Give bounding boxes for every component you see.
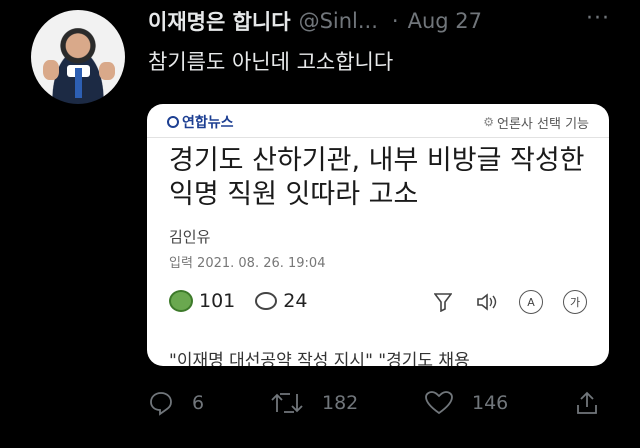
reply-button[interactable]: 6 <box>148 390 204 416</box>
like-button[interactable]: 146 <box>424 390 508 416</box>
card-header: 연합뉴스 ⚙ 언론사 선택 기능 <box>167 112 589 132</box>
tweet-date[interactable]: Aug 27 <box>408 9 482 33</box>
article-snippet: "이재명 대선공약 작성 지시" "경기도 채용 <box>169 351 470 366</box>
article-date: 입력 2021. 08. 26. 19:04 <box>169 256 326 271</box>
yonhap-logo-icon <box>167 116 179 128</box>
reaction-count: 101 <box>199 290 236 312</box>
news-brand: 연합뉴스 <box>167 112 234 132</box>
tweet-header: 이재명은 합니다 @Sinl... · Aug 27 <box>148 6 630 36</box>
card-divider <box>147 137 609 138</box>
retweet-button[interactable]: 182 <box>270 390 358 416</box>
article-author: 김인유 <box>169 228 211 246</box>
profile-avatar[interactable] <box>31 10 125 104</box>
separator-dot: · <box>391 9 399 33</box>
reply-count: 6 <box>192 392 205 414</box>
avatar-hand-left <box>43 60 59 80</box>
author-handle[interactable]: @Sinl... <box>299 9 378 33</box>
share-button[interactable] <box>574 390 618 416</box>
avatar-tie <box>75 68 82 98</box>
heart-icon <box>425 391 453 415</box>
article-tools: A 가 <box>411 290 587 314</box>
author-name[interactable]: 이재명은 합니다 <box>148 6 291 36</box>
article-stats: 101 24 <box>169 290 327 312</box>
like-count: 146 <box>472 392 509 414</box>
press-select-option[interactable]: ⚙ 언론사 선택 기능 <box>483 113 589 132</box>
font-size-icon[interactable]: 가 <box>563 290 587 314</box>
link-preview-card[interactable]: 연합뉴스 ⚙ 언론사 선택 기능 경기도 산하기관, 내부 비방글 작성한 익명… <box>147 104 609 366</box>
reply-icon <box>150 392 172 416</box>
avatar-hand-right <box>99 62 115 80</box>
reaction-emoji-icon[interactable] <box>169 290 193 312</box>
brand-label: 연합뉴스 <box>182 115 234 131</box>
share-icon <box>577 391 597 414</box>
tweet-actions: 6 182 146 <box>148 390 620 426</box>
comment-bubble-icon[interactable] <box>255 292 278 310</box>
tweet-text: 참기름도 아닌데 고소합니다 <box>148 50 394 74</box>
press-select-label: 언론사 선택 기능 <box>497 116 589 132</box>
retweet-icon <box>271 393 303 413</box>
gear-icon: ⚙ <box>483 115 494 129</box>
comment-count: 24 <box>283 290 308 312</box>
speaker-icon[interactable] <box>475 290 499 314</box>
filter-icon[interactable] <box>431 290 455 314</box>
article-headline: 경기도 산하기관, 내부 비방글 작성한 익명 직원 잇따라 고소 <box>169 145 585 210</box>
more-options-icon[interactable]: ··· <box>586 6 610 31</box>
translate-icon[interactable]: A <box>519 290 543 314</box>
retweet-count: 182 <box>322 392 359 414</box>
